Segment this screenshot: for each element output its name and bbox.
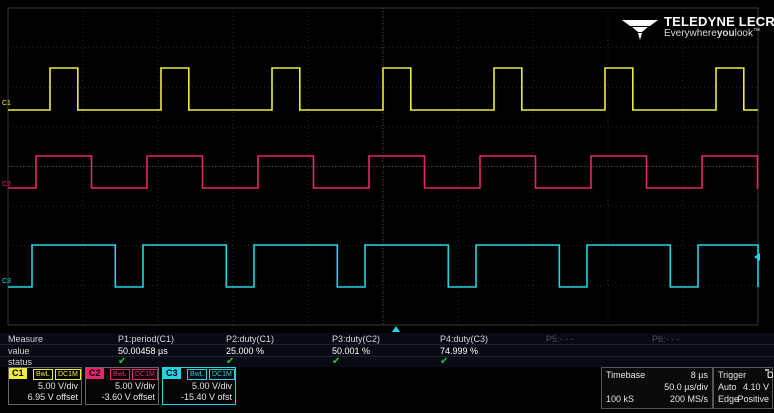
waveform-display[interactable]: TELEDYNE LECROY Everywhereyoulook™ C1 C2…: [0, 0, 774, 333]
descriptor-bar: C1 BwL DC1M 5.00 V/div 6.95 V offset C2 …: [0, 367, 774, 413]
brand-tagline: Everywhereyoulook™: [664, 28, 760, 39]
teledyne-lecroy-logo: TELEDYNE LECROY Everywhereyoulook™: [620, 14, 774, 48]
value-label: value: [8, 346, 30, 356]
trigger-type: Edge: [718, 394, 740, 404]
timebase-samples: 100 kS: [606, 394, 635, 404]
param-p4-name[interactable]: P4:duty(C3): [440, 334, 488, 344]
coupling-badge: DC1M: [55, 369, 81, 380]
param-p5-name[interactable]: P5:- - -: [546, 334, 574, 344]
channel-descriptor-c2[interactable]: C2 BwL DC1M 5.00 V/div -3.60 V offset: [85, 367, 159, 405]
trigger-descriptor[interactable]: Trigger C3DC Auto 4.10 V Edge Positive: [713, 367, 774, 409]
param-p2-value: 25.000 %: [226, 346, 265, 356]
channel-tag-c2: C2: [86, 368, 104, 379]
channel-descriptor-c3[interactable]: C3 BwL DC1M 5.00 V/div -15.40 V ofst: [162, 367, 236, 405]
trigger-slope: Positive: [737, 394, 769, 404]
param-p2-name[interactable]: P2:duty(C1): [226, 334, 274, 344]
coupling-badge: DC1M: [209, 369, 235, 380]
trace-label-c1: C1: [2, 100, 11, 107]
trigger-level-marker[interactable]: [753, 253, 761, 263]
timebase-descriptor[interactable]: Timebase 8 µs 50.0 µs/div 100 kS 200 MS/…: [601, 367, 713, 409]
measure-header-row: Measure P1:period(C1) P2:duty(C1) P3:dut…: [0, 333, 774, 344]
channel-vdiv: 5.00 V/div: [191, 381, 232, 391]
trace-c1-waveform[interactable]: [8, 67, 758, 111]
measure-value-row: value 50.00458 µs 25.000 % 50.001 % 74.9…: [0, 345, 774, 356]
timebase-label: Timebase: [606, 370, 646, 380]
trace-label-c2: C2: [2, 181, 11, 188]
param-p2-status-check-icon: ✔: [226, 356, 235, 367]
channel-vdiv: 5.00 V/div: [37, 381, 78, 391]
trace-label-c3: C3: [2, 278, 11, 285]
param-p4-value: 74.999 %: [440, 346, 479, 356]
trigger-mode: Auto: [718, 382, 737, 392]
measure-table[interactable]: Measure P1:period(C1) P2:duty(C1) P3:dut…: [0, 333, 774, 367]
channel-descriptor-c1[interactable]: C1 BwL DC1M 5.00 V/div 6.95 V offset: [8, 367, 82, 405]
bandwidth-limit-badge: BwL: [110, 369, 130, 380]
trigger-position-marker[interactable]: [392, 325, 402, 333]
param-p1-name[interactable]: P1:period(C1): [118, 334, 174, 344]
channel-vdiv: 5.00 V/div: [114, 381, 155, 391]
brand-name: TELEDYNE LECROY: [664, 14, 774, 29]
teledyne-logo-icon: [622, 20, 658, 40]
trigger-level: 4.10 V: [742, 382, 769, 392]
bandwidth-limit-badge: BwL: [33, 369, 53, 380]
param-p3-value: 50.001 %: [332, 346, 371, 356]
coupling-badge: DC1M: [132, 369, 158, 380]
channel-tag-c1: C1: [9, 368, 27, 379]
trigger-source-badge: C3DC: [765, 369, 774, 380]
param-p6-name[interactable]: P6:- - -: [652, 334, 680, 344]
measure-label: Measure: [8, 334, 44, 344]
channel-offset: 6.95 V offset: [27, 392, 78, 402]
trigger-label: Trigger: [718, 370, 747, 380]
param-p1-value: 50.00458 µs: [118, 346, 168, 356]
status-label: status: [8, 357, 33, 367]
timebase-tdiv: 50.0 µs/div: [664, 382, 708, 392]
graticule: [7, 7, 759, 326]
timebase-delay: 8 µs: [690, 370, 708, 380]
channel-offset: -3.60 V offset: [101, 392, 155, 402]
param-p3-status-check-icon: ✔: [332, 356, 341, 367]
param-p3-name[interactable]: P3:duty(C2): [332, 334, 380, 344]
measure-status-row: status ✔ ✔ ✔ ✔: [0, 356, 774, 367]
channel-tag-c3: C3: [163, 368, 181, 379]
bandwidth-limit-badge: BwL: [187, 369, 207, 380]
param-p1-status-check-icon: ✔: [118, 356, 127, 367]
channel-offset: -15.40 V ofst: [180, 392, 232, 402]
timebase-sample-rate: 200 MS/s: [669, 394, 708, 404]
param-p4-status-check-icon: ✔: [440, 356, 449, 367]
